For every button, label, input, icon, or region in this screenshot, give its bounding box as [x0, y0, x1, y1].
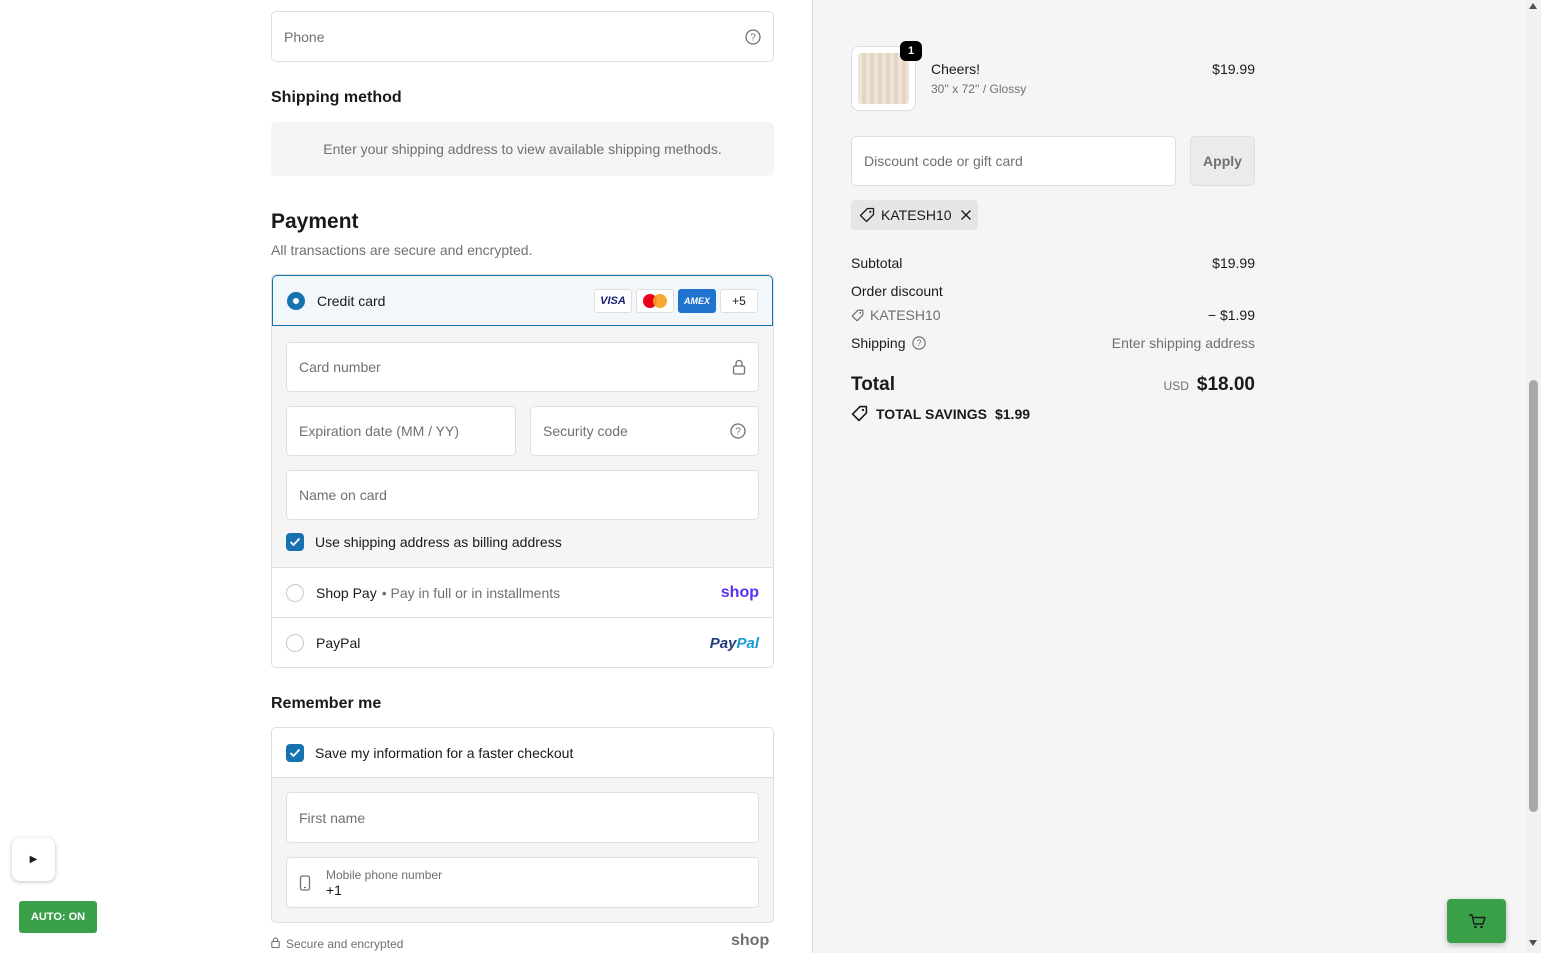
shipping-value: Enter shipping address	[1111, 335, 1255, 351]
svg-text:?: ?	[735, 427, 741, 438]
billing-same-row[interactable]: Use shipping address as billing address	[286, 533, 562, 551]
discount-placeholder: Discount code or gift card	[864, 153, 1023, 169]
paypal-label: PayPal	[316, 635, 361, 651]
shipping-row: Shipping ? Enter shipping address	[851, 335, 1255, 351]
payment-subheading: All transactions are secure and encrypte…	[271, 242, 533, 258]
auto-toggle-button[interactable]: AUTO: ON	[19, 901, 97, 933]
security-code-placeholder: Security code	[543, 423, 628, 439]
expiration-date-input[interactable]: Expiration date (MM / YY)	[286, 406, 516, 456]
play-button[interactable]: ▶	[12, 838, 55, 881]
total-value: $18.00	[1196, 374, 1255, 395]
security-code-input[interactable]: Security code ?	[530, 406, 759, 456]
product-name: Cheers!	[931, 61, 981, 77]
shipping-method-notice: Enter your shipping address to view avai…	[271, 122, 774, 176]
order-discount-label: Order discount	[851, 283, 943, 299]
scroll-up-icon[interactable]	[1529, 3, 1537, 9]
billing-same-label: Use shipping address as billing address	[315, 534, 562, 550]
discount-code-label: KATESH10	[870, 307, 941, 323]
visa-icon: VISA	[594, 288, 632, 313]
card-number-input[interactable]: Card number	[286, 342, 759, 392]
mobile-phone-icon	[299, 874, 311, 891]
shipping-label: Shipping	[851, 335, 906, 351]
cart-button[interactable]	[1447, 899, 1506, 943]
scrollbar-thumb[interactable]	[1529, 380, 1538, 812]
savings-value: $1.99	[994, 405, 1031, 422]
applied-discount-code: KATESH10	[881, 207, 952, 223]
discount-code-row: KATESH10 − $1.99	[851, 307, 1255, 323]
svg-text:?: ?	[916, 338, 921, 348]
shipping-method-heading: Shipping method	[271, 89, 402, 106]
lock-small-icon	[271, 937, 280, 951]
mastercard-icon	[636, 288, 674, 313]
mobile-phone-value: +1	[326, 881, 342, 898]
credit-card-label: Credit card	[317, 292, 386, 309]
checkout-main-panel: Phone ? Shipping method Enter your shipp…	[0, 0, 812, 953]
expiration-placeholder: Expiration date (MM / YY)	[299, 423, 460, 439]
total-label: Total	[851, 374, 895, 395]
save-info-checkbox[interactable]	[286, 743, 304, 762]
total-row: Total USD $18.00	[851, 374, 1255, 396]
subtotal-label: Subtotal	[851, 255, 903, 271]
subtotal-row: Subtotal $19.99	[851, 255, 1255, 271]
shop-pay-sublabel: • Pay in full or in installments	[381, 584, 561, 601]
discount-code-input[interactable]: Discount code or gift card	[851, 136, 1176, 186]
paypal-logo: PayPal	[709, 634, 759, 652]
payment-option-paypal[interactable]: PayPal PayPal	[272, 618, 773, 667]
name-on-card-placeholder: Name on card	[299, 487, 387, 503]
mobile-phone-input[interactable]: Mobile phone number +1	[286, 857, 759, 908]
total-savings: TOTAL SAVINGS $1.99	[851, 405, 1030, 422]
secure-text: Secure and encrypted	[286, 937, 404, 951]
shipping-help-icon[interactable]: ?	[911, 336, 926, 350]
remove-discount-icon[interactable]	[960, 209, 972, 221]
card-number-placeholder: Card number	[299, 359, 381, 375]
discount-value: − $1.99	[1207, 307, 1255, 323]
save-info-label: Save my information for a faster checkou…	[315, 744, 574, 761]
payment-option-credit-card[interactable]: Credit card VISA AMEX +5	[272, 275, 773, 326]
paypal-radio[interactable]	[286, 634, 304, 652]
order-discount-row: Order discount	[851, 283, 1255, 299]
card-brand-icons: VISA AMEX +5	[594, 288, 758, 313]
help-icon[interactable]: ?	[745, 28, 761, 45]
svg-text:?: ?	[750, 32, 756, 43]
scroll-down-icon[interactable]	[1529, 940, 1537, 946]
first-name-placeholder: First name	[299, 809, 366, 826]
cart-icon	[1468, 913, 1486, 929]
apply-discount-button[interactable]: Apply	[1190, 136, 1255, 186]
credit-card-form: Card number Expiration date (MM / YY) Se…	[272, 326, 773, 568]
currency-code: USD	[1163, 379, 1189, 393]
lock-icon	[732, 359, 746, 375]
subtotal-value: $19.99	[1212, 255, 1255, 271]
save-info-row[interactable]: Save my information for a faster checkou…	[272, 728, 773, 778]
page-scrollbar[interactable]	[1526, 0, 1541, 953]
tag-icon	[859, 207, 875, 223]
quantity-badge: 1	[900, 41, 922, 61]
discount-tag-icon	[851, 309, 864, 322]
shop-pay-radio[interactable]	[286, 583, 304, 602]
mobile-phone-label: Mobile phone number	[326, 867, 443, 882]
savings-tag-icon	[851, 405, 868, 422]
first-name-input[interactable]: First name	[286, 792, 759, 843]
savings-label: TOTAL SAVINGS	[876, 405, 987, 422]
secure-notice: Secure and encrypted	[271, 937, 403, 951]
shop-pay-logo: shop	[720, 583, 759, 601]
more-cards-badge: +5	[720, 288, 758, 313]
credit-card-radio[interactable]	[287, 291, 305, 310]
shop-pay-label: Shop Pay	[316, 584, 377, 601]
remember-me-box: Save my information for a faster checkou…	[271, 727, 774, 923]
product-variant: 30'' x 72'' / Glossy	[931, 82, 1027, 96]
name-on-card-input[interactable]: Name on card	[286, 470, 759, 520]
billing-same-checkbox[interactable]	[286, 533, 304, 551]
phone-placeholder: Phone	[284, 28, 325, 45]
phone-field[interactable]: Phone ?	[271, 11, 774, 62]
payment-heading: Payment	[271, 210, 359, 233]
footer-shop-logo: shop	[731, 932, 770, 949]
payment-option-shop-pay[interactable]: Shop Pay • Pay in full or in installment…	[272, 568, 773, 618]
remember-me-heading: Remember me	[271, 695, 382, 712]
product-price: $19.99	[1212, 61, 1255, 77]
payment-methods: Credit card VISA AMEX +5 Card number Exp…	[271, 274, 774, 668]
amex-icon: AMEX	[678, 288, 716, 313]
security-help-icon[interactable]: ?	[730, 423, 746, 439]
applied-discount-chip: KATESH10	[851, 200, 978, 230]
